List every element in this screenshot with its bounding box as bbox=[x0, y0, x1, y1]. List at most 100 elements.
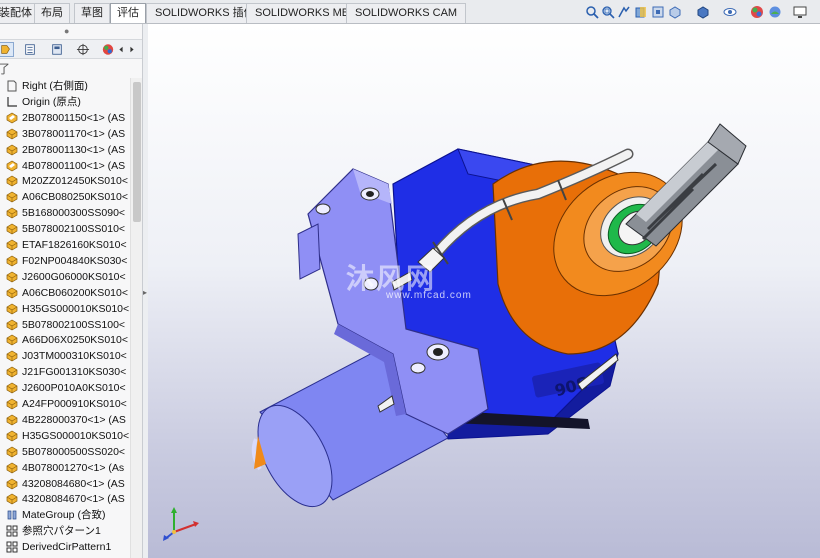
reference-triad bbox=[163, 507, 199, 541]
tree-node[interactable]: 43208084680<1> (AS bbox=[6, 476, 125, 492]
part-icon bbox=[6, 446, 18, 458]
monitor-icon[interactable] bbox=[793, 5, 807, 19]
view-orientation-icon[interactable] bbox=[668, 5, 682, 19]
part-fixed-icon bbox=[6, 112, 18, 124]
part-icon bbox=[6, 287, 18, 299]
panel-collapse-dots[interactable]: ● bbox=[64, 26, 69, 36]
tree-node-label: M20ZZ012450KS010< bbox=[22, 175, 128, 188]
tree-node-label: 参照穴パターン1 bbox=[22, 525, 101, 538]
tree-node[interactable]: 4B228000370<1> (AS bbox=[6, 412, 126, 428]
tree-node[interactable]: A66D06X0250KS010< bbox=[6, 332, 128, 348]
tree-node[interactable]: A06CB060200KS010< bbox=[6, 285, 128, 301]
tree-node[interactable]: A24FP000910KS010< bbox=[6, 396, 127, 412]
tree-node-label: MateGroup (合致) bbox=[22, 509, 106, 522]
command-manager-tabs: 装配体 布局 草图 评估 SOLIDWORKS 插件 SOLIDWORKS MB… bbox=[0, 0, 820, 24]
tree-node[interactable]: J2600G06000KS010< bbox=[6, 269, 126, 285]
part-icon bbox=[6, 493, 18, 505]
tree-node-label: 43208084670<1> (AS bbox=[22, 493, 125, 506]
feature-manager-panel: ● 了 Right (右側面) Origin (原点) 2B078001150<1>… bbox=[0, 24, 143, 558]
tree-node[interactable]: Origin (原点) bbox=[6, 94, 81, 110]
tree-node-label: 3B078001170<1> (AS bbox=[22, 127, 126, 140]
display-style-icon[interactable] bbox=[696, 5, 710, 19]
display-manager-icon[interactable] bbox=[100, 42, 116, 57]
tree-node[interactable]: 5B078002100SS100< bbox=[6, 317, 125, 333]
tree-node[interactable]: 参照穴パターン1 bbox=[6, 523, 101, 539]
tree-node[interactable]: J03TM000310KS010< bbox=[6, 348, 127, 364]
tab-solidworks-cam[interactable]: SOLIDWORKS CAM bbox=[346, 3, 467, 23]
tree-node-label: J03TM000310KS010< bbox=[22, 350, 127, 363]
graphics-area[interactable]: 306 沐风网 www.mfcad.com bbox=[148, 24, 820, 558]
part-icon bbox=[6, 319, 18, 330]
tree-node-label: H35GS000010KS010< bbox=[22, 302, 130, 315]
part-fixed-icon bbox=[6, 160, 18, 171]
part-icon bbox=[6, 462, 18, 474]
tree-node-label: 43208084680<1> (AS bbox=[22, 477, 125, 490]
dynamic-annotation-icon[interactable] bbox=[651, 5, 665, 19]
tab-sketch[interactable]: 草图 bbox=[74, 3, 110, 23]
previous-view-icon[interactable] bbox=[617, 5, 631, 19]
tree-node[interactable]: 4B078001270<1> (As bbox=[6, 460, 124, 476]
tree-node[interactable]: F02NP004840KS030< bbox=[6, 253, 127, 269]
tree-node[interactable]: 5B078000500SS020< bbox=[6, 444, 125, 460]
tree-node[interactable]: DerivedCirPattern1 bbox=[6, 539, 111, 555]
appearance-icon[interactable] bbox=[750, 5, 764, 19]
tree-node[interactable]: 43208084670<1> (AS bbox=[6, 491, 125, 507]
part-icon bbox=[6, 144, 18, 156]
chevron-left-icon[interactable] bbox=[116, 42, 126, 57]
tree-node[interactable]: 3B078001170<1> (AS bbox=[6, 126, 125, 142]
property-manager-icon[interactable] bbox=[22, 42, 38, 57]
origin-icon bbox=[7, 96, 17, 107]
pattern-icon bbox=[6, 541, 18, 553]
feature-tree: Right (右側面) Origin (原点) 2B078001150<1> (AS… bbox=[0, 78, 130, 558]
watermark-url: www.mfcad.com bbox=[386, 290, 472, 301]
filter-icon[interactable]: 了 bbox=[0, 60, 10, 77]
tree-node[interactable]: MateGroup (合致) bbox=[6, 507, 105, 523]
part-icon bbox=[6, 255, 18, 267]
zoom-area-icon[interactable] bbox=[601, 5, 615, 19]
tree-node[interactable]: 2B078001130<1> (AS bbox=[6, 142, 125, 158]
splitter-arrow-icon[interactable]: ▸ bbox=[143, 288, 147, 297]
hide-show-icon[interactable] bbox=[723, 5, 737, 19]
tree-node[interactable]: J2600P010A0KS010< bbox=[6, 380, 126, 396]
chevron-right-icon[interactable] bbox=[127, 42, 137, 57]
tree-scroll-thumb[interactable] bbox=[133, 82, 141, 222]
tree-scrollbar[interactable] bbox=[130, 78, 142, 558]
tree-node-label: 4B078001100<1> (AS bbox=[22, 159, 126, 172]
filter-row: 了 bbox=[0, 60, 142, 76]
part-icon bbox=[6, 382, 18, 394]
tree-node-label: J2600G06000KS010< bbox=[22, 270, 126, 283]
tree-node[interactable]: 4B078001100<1> (AS bbox=[6, 158, 125, 174]
tree-node-label: 2B078001130<1> (AS bbox=[22, 143, 126, 156]
tree-node[interactable]: ETAF1826160KS010< bbox=[6, 237, 127, 253]
tree-node[interactable]: 5B168000300SS090< bbox=[6, 205, 125, 221]
mate-group-icon bbox=[7, 510, 17, 520]
scene-icon[interactable] bbox=[768, 5, 782, 19]
dim-expert-icon[interactable] bbox=[75, 42, 91, 57]
tree-node[interactable]: H35GS000010KS010< bbox=[6, 301, 129, 317]
assembly-model[interactable]: 306 bbox=[148, 24, 820, 558]
tree-node-label: F02NP004840KS030< bbox=[22, 254, 128, 267]
tree-node[interactable]: Right (右側面) bbox=[6, 78, 88, 94]
tree-node[interactable]: H35GS000010KS010< bbox=[6, 428, 129, 444]
tree-node[interactable]: A06CB080250KS010< bbox=[6, 189, 128, 205]
tree-node-label: 5B168000300SS090< bbox=[22, 207, 126, 220]
part-icon bbox=[6, 271, 18, 283]
part-icon bbox=[6, 398, 18, 410]
tree-node[interactable]: 5B078002100SS010< bbox=[6, 221, 125, 237]
tree-node[interactable]: 2B078001150<1> (AS bbox=[6, 110, 125, 126]
tree-node-label: 2B078001150<1> (AS bbox=[22, 111, 126, 124]
tab-layout[interactable]: 布局 bbox=[34, 3, 70, 23]
part-icon bbox=[6, 128, 18, 140]
tree-node-label: A24FP000910KS010< bbox=[22, 398, 127, 410]
configuration-icon[interactable] bbox=[49, 42, 65, 57]
tree-node[interactable]: J21FG001310KS030< bbox=[6, 364, 126, 380]
section-view-icon[interactable] bbox=[634, 5, 648, 19]
tree-node-label: 5B078000500SS020< bbox=[22, 445, 126, 458]
part-icon bbox=[6, 430, 18, 442]
panel-toolbar bbox=[0, 39, 142, 59]
tab-evaluate[interactable]: 评估 bbox=[110, 3, 146, 23]
tree-node[interactable]: M20ZZ012450KS010< bbox=[6, 173, 128, 189]
part-icon bbox=[6, 191, 18, 203]
feature-tree-icon[interactable] bbox=[0, 42, 14, 57]
search-icon[interactable] bbox=[585, 5, 599, 19]
